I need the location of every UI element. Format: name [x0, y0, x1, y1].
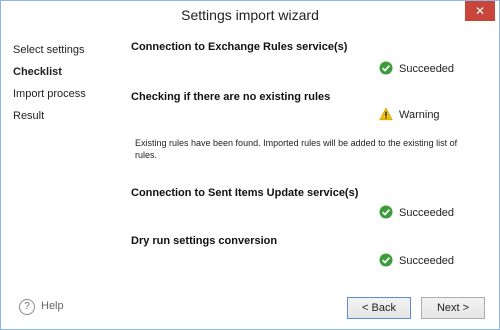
check-circle-icon: [379, 205, 393, 219]
sidebar-item-checklist: Checklist: [13, 65, 113, 87]
help-label: Help: [41, 300, 64, 312]
status-text: Succeeded: [399, 207, 455, 219]
status-text: Warning: [399, 109, 440, 121]
check-title-existing-rules: Checking if there are no existing rules: [131, 91, 331, 103]
check-circle-icon: [379, 61, 393, 75]
wizard-steps-sidebar: Select settings Checklist Import process…: [13, 43, 113, 131]
close-icon: ✕: [474, 4, 486, 18]
check-title-dry-run: Dry run settings conversion: [131, 235, 278, 247]
status-text: Succeeded: [399, 63, 455, 75]
sidebar-item-label: Result: [13, 110, 45, 122]
check-title-exchange-rules: Connection to Exchange Rules service(s): [131, 41, 348, 53]
sidebar-item-label: Checklist: [13, 66, 62, 78]
wizard-window: Settings import wizard ✕ Select settings…: [0, 0, 500, 330]
back-button[interactable]: < Back: [347, 297, 411, 319]
sidebar-item-import-process: Import process: [13, 87, 113, 109]
sidebar-item-result: Result: [13, 109, 113, 131]
help-icon: ?: [19, 299, 35, 315]
sidebar-item-label: Import process: [13, 88, 86, 100]
window-title: Settings import wizard: [181, 7, 319, 23]
next-button[interactable]: Next >: [421, 297, 485, 319]
check-circle-icon: [379, 253, 393, 267]
sidebar-item-select-settings: Select settings: [13, 43, 113, 65]
close-button[interactable]: ✕: [465, 1, 495, 21]
sidebar-item-label: Select settings: [13, 44, 85, 56]
warning-triangle-icon: [379, 107, 393, 121]
title-bar: Settings import wizard ✕: [1, 1, 499, 31]
warning-message: Existing rules have been found. Imported…: [135, 138, 458, 160]
check-title-sent-items: Connection to Sent Items Update service(…: [131, 187, 359, 199]
status-text: Succeeded: [399, 255, 455, 267]
